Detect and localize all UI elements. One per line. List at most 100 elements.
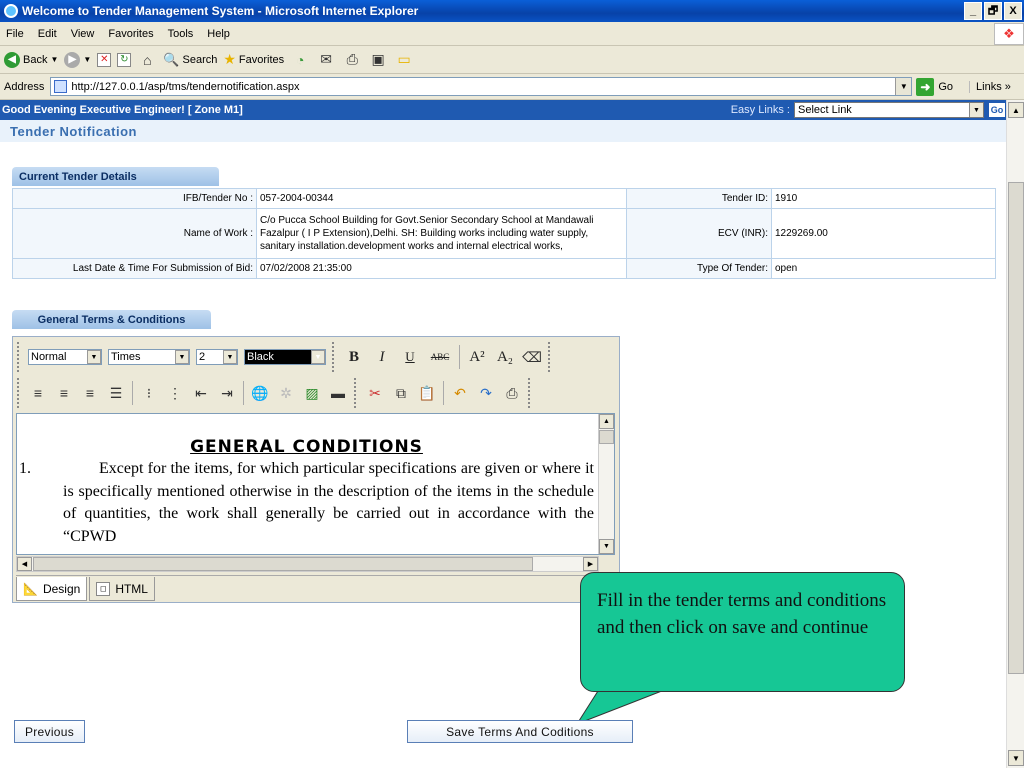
folder-icon[interactable]: ▭ <box>394 50 414 70</box>
toolbar-grip-icon[interactable] <box>548 342 553 372</box>
scroll-thumb[interactable] <box>1008 182 1024 674</box>
minimize-button[interactable]: _ <box>964 2 982 20</box>
easy-links-label: Easy Links : <box>730 104 790 116</box>
numbered-list-icon[interactable]: ⋮ <box>165 383 185 403</box>
page-vertical-scrollbar[interactable]: ▲ ▼ <box>1006 100 1024 768</box>
hyperlink-icon[interactable]: 🌐 <box>250 383 270 403</box>
scroll-thumb[interactable] <box>33 557 533 571</box>
horizontal-rule-icon[interactable]: ▬ <box>328 383 348 403</box>
font-select[interactable]: Times ▼ <box>108 349 190 365</box>
tender-id-value: 1910 <box>771 188 996 209</box>
design-icon: 📐 <box>23 581 38 596</box>
font-size-select[interactable]: 2 ▼ <box>196 349 238 365</box>
style-select[interactable]: Normal ▼ <box>28 349 102 365</box>
page-title: Tender Notification <box>0 120 1006 142</box>
unlink-icon[interactable]: ✲ <box>276 383 296 403</box>
font-color-value: Black <box>247 351 274 363</box>
menu-favorites[interactable]: Favorites <box>108 28 153 40</box>
menu-help[interactable]: Help <box>207 28 230 40</box>
windows-logo-icon: ❖ <box>994 22 1024 45</box>
tab-design-label: Design <box>42 581 81 596</box>
editor-document[interactable]: GENERAL CONDITIONS 1. Except for the ite… <box>17 414 600 554</box>
menu-view[interactable]: View <box>71 28 95 40</box>
outdent-icon[interactable]: ⇤ <box>191 383 211 403</box>
scroll-up-icon[interactable]: ▲ <box>1008 102 1024 118</box>
work-label: Name of Work : <box>12 208 257 259</box>
mail-icon[interactable]: ✉ <box>316 50 336 70</box>
links-label: Links <box>976 80 1002 93</box>
tab-design[interactable]: 📐 Design <box>16 577 88 601</box>
menu-tools[interactable]: Tools <box>168 28 194 40</box>
instruction-callout: Fill in the tender terms and conditions … <box>580 572 905 692</box>
bold-button[interactable]: B <box>343 349 365 366</box>
toolbar-grip-icon[interactable] <box>17 342 22 372</box>
close-button[interactable]: X <box>1004 2 1022 20</box>
history-icon[interactable]: ◔ <box>290 50 310 70</box>
font-color-select[interactable]: Black ▼ <box>244 349 326 365</box>
justify-icon[interactable]: ☰ <box>106 383 126 403</box>
toolbar-grip-icon[interactable] <box>528 378 533 408</box>
address-input[interactable]: http://127.0.0.1/asp/tms/tendernotificat… <box>50 77 913 96</box>
paste-icon[interactable]: 📋 <box>417 383 437 403</box>
print-icon[interactable]: ⎙ <box>502 383 522 403</box>
easy-links-select[interactable]: Select Link ▼ <box>794 102 984 118</box>
font-size-value: 2 <box>199 351 206 363</box>
subscript-button[interactable]: A₂ <box>494 349 516 366</box>
editor-vertical-scrollbar[interactable]: ▲ ▼ <box>598 414 614 554</box>
forward-arrow-icon: ▶ <box>64 51 81 68</box>
cut-icon[interactable]: ✂ <box>365 383 385 403</box>
align-center-icon[interactable]: ≡ <box>54 383 74 403</box>
back-button[interactable]: ◀ Back ▼ <box>4 51 58 68</box>
toolbar-grip-icon[interactable] <box>17 378 22 408</box>
align-left-icon[interactable]: ≡ <box>28 383 48 403</box>
address-bar: Address http://127.0.0.1/asp/tms/tendern… <box>0 74 1024 100</box>
chevron-down-icon[interactable]: ▼ <box>895 78 912 95</box>
menu-file[interactable]: File <box>6 28 24 40</box>
tab-html[interactable]: ◻ HTML <box>89 577 155 601</box>
forward-button[interactable]: ▶ ▼ <box>64 51 91 68</box>
scroll-left-icon[interactable]: ◀ <box>17 557 32 571</box>
edit-icon[interactable]: ▣ <box>368 50 388 70</box>
refresh-icon[interactable]: ↻ <box>117 52 132 67</box>
scroll-up-icon[interactable]: ▲ <box>599 414 614 429</box>
stop-icon[interactable]: ✕ <box>97 52 112 67</box>
scroll-thumb[interactable] <box>599 430 614 444</box>
scroll-down-icon[interactable]: ▼ <box>599 539 614 554</box>
undo-icon[interactable]: ↶ <box>450 383 470 403</box>
strikethrough-button[interactable]: ABC <box>427 352 453 362</box>
restore-button[interactable]: 🗗 <box>984 2 1002 20</box>
previous-button[interactable]: Previous <box>14 720 85 743</box>
superscript-button[interactable]: A² <box>466 349 488 366</box>
editor-horizontal-scrollbar[interactable]: ◀ ▶ <box>16 556 599 572</box>
scroll-down-icon[interactable]: ▼ <box>1008 750 1024 766</box>
table-row: IFB/Tender No : 057-2004-00344 Tender ID… <box>12 188 996 209</box>
last-date-value: 07/02/2008 21:35:00 <box>256 258 627 279</box>
print-icon[interactable]: ⎙ <box>342 50 362 70</box>
back-label: Back <box>23 53 48 66</box>
editor-toolbar-row-2: ≡ ≡ ≡ ☰ ⁝ ⋮ ⇤ ⇥ 🌐 ✲ ▨ ▬ ✂ ⧉ 📋 ↶ ↷ ⎙ <box>13 375 619 411</box>
editor-content-area[interactable]: GENERAL CONDITIONS 1. Except for the ite… <box>16 413 615 555</box>
save-terms-button[interactable]: Save Terms And Coditions <box>407 720 633 743</box>
align-right-icon[interactable]: ≡ <box>80 383 100 403</box>
scroll-right-icon[interactable]: ▶ <box>583 557 598 571</box>
toolbar-separator <box>132 381 133 405</box>
menu-edit[interactable]: Edit <box>38 28 57 40</box>
favorites-button[interactable]: ★ Favorites <box>223 51 284 68</box>
eraser-icon[interactable]: ⌫ <box>522 347 542 367</box>
copy-icon[interactable]: ⧉ <box>391 383 411 403</box>
bullet-list-icon[interactable]: ⁝ <box>139 383 159 403</box>
toolbar-grip-icon[interactable] <box>354 378 359 408</box>
address-label: Address <box>4 80 45 93</box>
redo-icon[interactable]: ↷ <box>476 383 496 403</box>
home-icon[interactable]: ⌂ <box>137 50 157 70</box>
indent-icon[interactable]: ⇥ <box>217 383 237 403</box>
go-button[interactable]: ➜ Go <box>916 77 953 96</box>
links-button[interactable]: Links » <box>969 80 1011 93</box>
italic-button[interactable]: I <box>371 349 393 366</box>
toolbar-grip-icon[interactable] <box>332 342 337 372</box>
underline-button[interactable]: U <box>399 349 421 365</box>
easy-links-go-button[interactable]: Go <box>988 102 1006 118</box>
image-icon[interactable]: ▨ <box>302 383 322 403</box>
terms-section-label: General Terms & Conditions <box>12 310 211 329</box>
search-button[interactable]: 🔍 Search <box>163 52 217 68</box>
